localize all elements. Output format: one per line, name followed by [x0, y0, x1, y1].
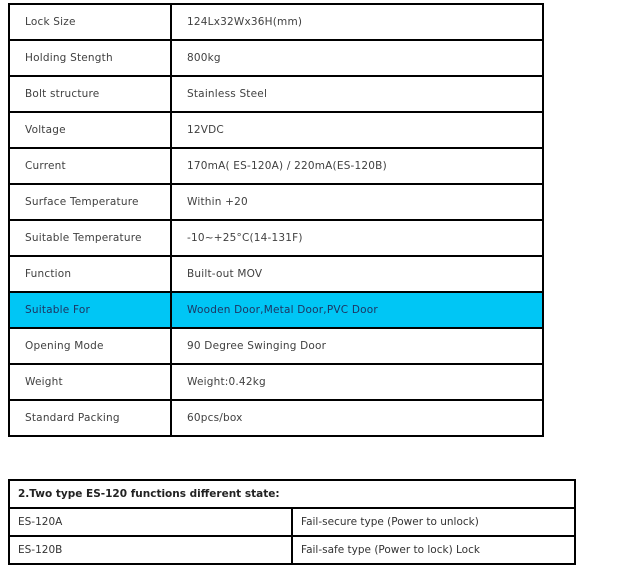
state-description: Fail-safe type (Power to lock) Lock — [291, 535, 576, 565]
spec-label: Bolt structure — [8, 75, 172, 113]
spec-row-holding-strength: Holding Stength 800kg — [8, 39, 544, 77]
spec-row-weight: Weight Weight:0.42kg — [8, 363, 544, 401]
state-model: ES-120B — [8, 535, 293, 565]
state-row-es-120a: ES-120A Fail-secure type (Power to unloc… — [8, 507, 576, 537]
spec-label: Standard Packing — [8, 399, 172, 437]
spec-label: Voltage — [8, 111, 172, 149]
spec-row-voltage: Voltage 12VDC — [8, 111, 544, 149]
spec-label: Surface Temperature — [8, 183, 172, 221]
spec-row-opening-mode: Opening Mode 90 Degree Swinging Door — [8, 327, 544, 365]
spec-value: 170mA( ES-120A) / 220mA(ES-120B) — [170, 147, 544, 185]
state-description: Fail-secure type (Power to unlock) — [291, 507, 576, 537]
spec-value: Stainless Steel — [170, 75, 544, 113]
spec-label: Holding Stength — [8, 39, 172, 77]
spec-label: Suitable For — [8, 291, 172, 329]
spec-label: Current — [8, 147, 172, 185]
spec-value: 60pcs/box — [170, 399, 544, 437]
spec-label: Opening Mode — [8, 327, 172, 365]
spec-value: Wooden Door,Metal Door,PVC Door — [170, 291, 544, 329]
state-table-title-row: 2.Two type ES-120 functions different st… — [8, 479, 576, 509]
spec-value: -10~+25°C(14-131F) — [170, 219, 544, 257]
spec-row-current: Current 170mA( ES-120A) / 220mA(ES-120B) — [8, 147, 544, 185]
spec-row-lock-size: Lock Size 124Lx32Wx36H(mm) — [8, 3, 544, 41]
spec-value: Built-out MOV — [170, 255, 544, 293]
spec-row-surface-temperature: Surface Temperature Within +20 — [8, 183, 544, 221]
spec-value: 12VDC — [170, 111, 544, 149]
spec-row-bolt-structure: Bolt structure Stainless Steel — [8, 75, 544, 113]
spec-label: Weight — [8, 363, 172, 401]
specification-table: Lock Size 124Lx32Wx36H(mm) Holding Steng… — [8, 3, 544, 437]
spec-row-standard-packing: Standard Packing 60pcs/box — [8, 399, 544, 437]
spec-label: Lock Size — [8, 3, 172, 41]
spec-row-suitable-for: Suitable For Wooden Door,Metal Door,PVC … — [8, 291, 544, 329]
spec-value: 90 Degree Swinging Door — [170, 327, 544, 365]
spec-value: 124Lx32Wx36H(mm) — [170, 3, 544, 41]
spec-row-function: Function Built-out MOV — [8, 255, 544, 293]
spec-value: Weight:0.42kg — [170, 363, 544, 401]
spec-label: Function — [8, 255, 172, 293]
state-model: ES-120A — [8, 507, 293, 537]
function-state-table: 2.Two type ES-120 functions different st… — [8, 479, 576, 565]
state-table-title: 2.Two type ES-120 functions different st… — [8, 479, 576, 509]
spec-value: 800kg — [170, 39, 544, 77]
spec-value: Within +20 — [170, 183, 544, 221]
state-row-es-120b: ES-120B Fail-safe type (Power to lock) L… — [8, 535, 576, 565]
spec-label: Suitable Temperature — [8, 219, 172, 257]
spec-row-suitable-temperature: Suitable Temperature -10~+25°C(14-131F) — [8, 219, 544, 257]
